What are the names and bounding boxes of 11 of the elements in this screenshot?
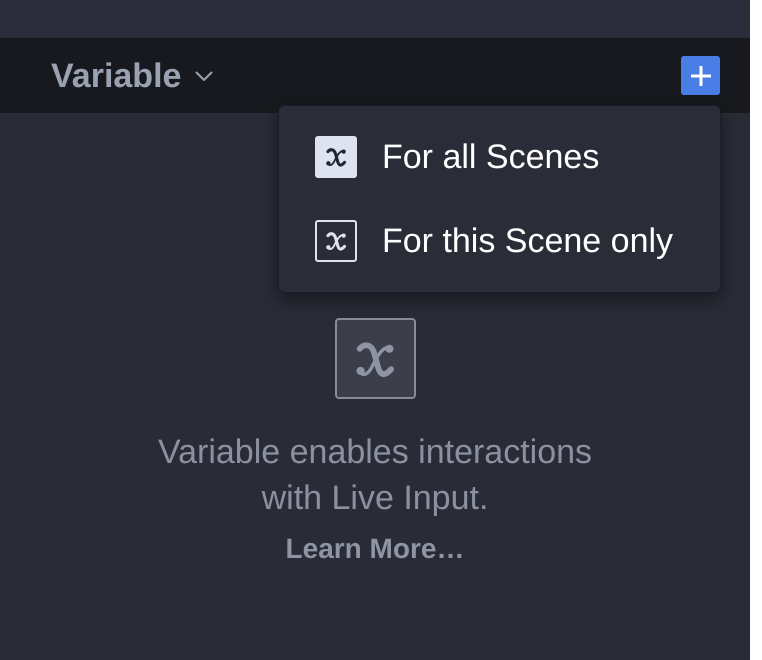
variable-icon [334,318,416,399]
plus-icon [690,64,712,86]
add-button[interactable] [681,56,720,95]
menu-item[interactable]: For all Scenes [279,115,720,199]
chevron-down-icon [195,70,214,80]
empty-state-message: Variable enables interactions with Live Input. [156,432,594,519]
menu-item[interactable]: For this Scene only [279,199,720,283]
learn-more-link[interactable]: Learn More… [286,531,464,567]
variable-icon [315,136,357,178]
variable-dropdown[interactable]: Variable [51,58,214,92]
variable-icon [315,220,357,262]
